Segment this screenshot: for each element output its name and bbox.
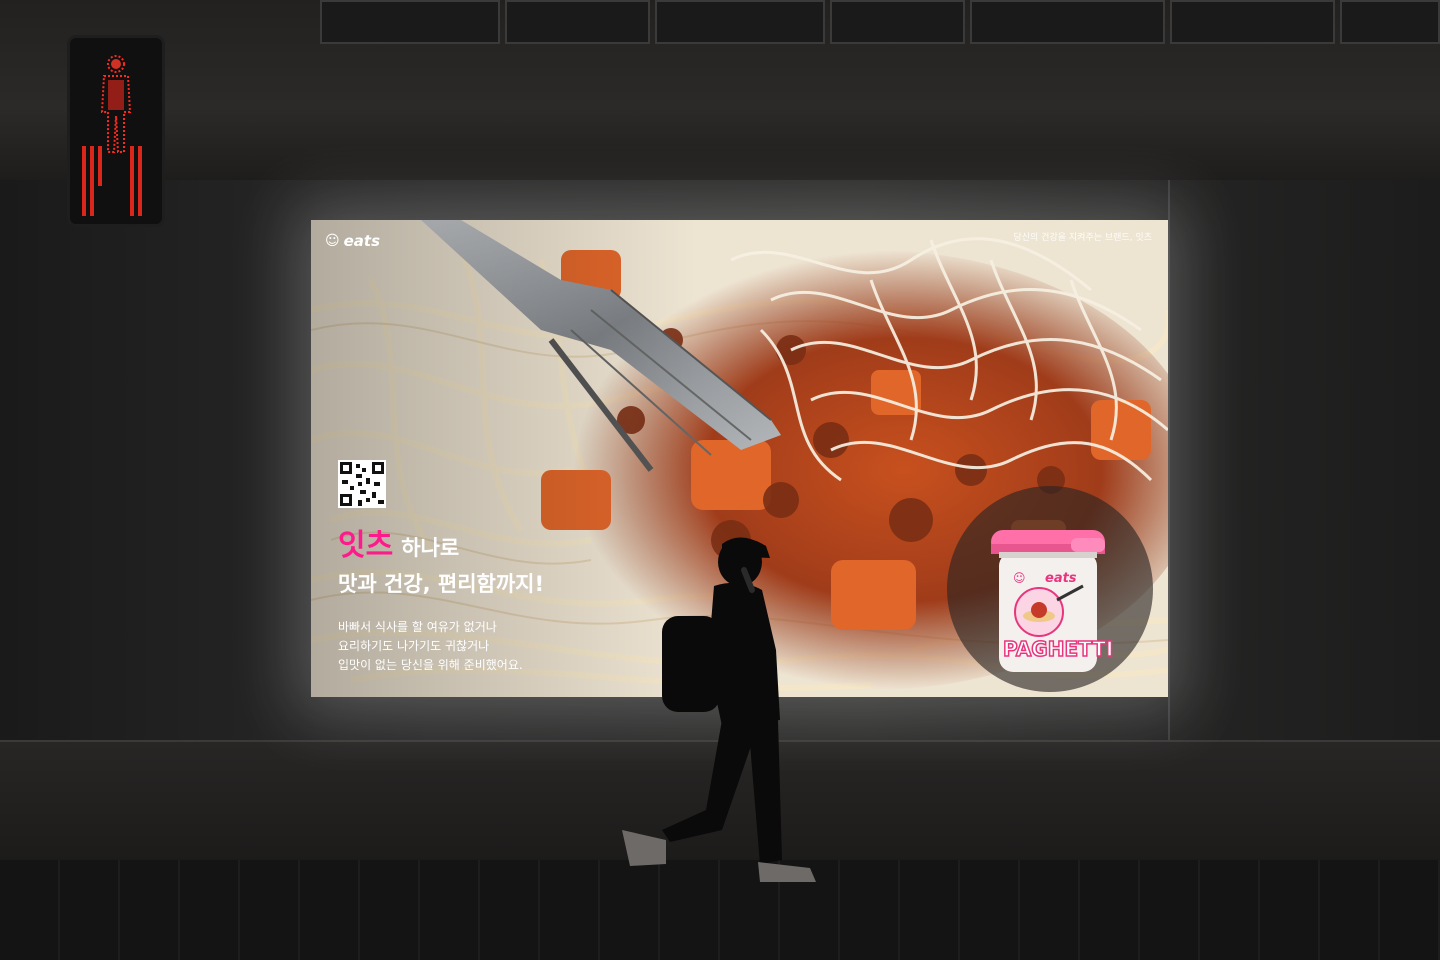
spaghetti-jar-product: eats ☺ PAGHETTI (991, 530, 1113, 672)
qr-code-icon (338, 460, 386, 508)
body-line: 바빠서 식사를 할 여유가 없거나 (338, 620, 497, 634)
upper-window (505, 0, 650, 44)
walking-person (622, 537, 816, 882)
upper-window (320, 0, 500, 44)
jar-label-text: PAGHETTI (1003, 637, 1113, 661)
body-copy: 바빠서 식사를 할 여유가 없거나 요리하기도 나가기도 귀찮거나 입맛이 없는… (338, 618, 523, 675)
headline-rest: 하나로 (401, 536, 460, 560)
upper-window (1340, 0, 1440, 44)
facade-seam (1168, 180, 1170, 740)
upper-window (830, 0, 965, 44)
headline-line2: 맛과 건강, 편리함까지! (338, 572, 545, 596)
smile-icon: ☺ (325, 233, 340, 249)
tagline: 당신의 건강을 지켜주는 브랜드, 잇츠 (1013, 233, 1152, 243)
pedestrian-traffic-light (70, 38, 162, 224)
countdown-bars-icon (82, 146, 142, 216)
upper-window (1170, 0, 1335, 44)
body-line: 요리하기도 나가기도 귀찮거나 (338, 639, 490, 653)
headline: 잇츠 하나로 맛과 건강, 편리함까지! (338, 520, 544, 598)
logo-text: eats (343, 232, 381, 250)
headline-brand: 잇츠 (338, 528, 394, 563)
eats-logo: ☺ eats (325, 232, 380, 250)
street-scene: ☺ eats 당신의 건강을 지켜주는 브랜드, 잇츠 잇츠 하나로 맛과 건강… (0, 0, 1440, 960)
upper-window (655, 0, 825, 44)
jar-logo-text: eats (1045, 571, 1077, 586)
body-line: 입맛이 없는 당신을 위해 준비했어요. (338, 658, 523, 672)
svg-text:☺: ☺ (1013, 571, 1026, 585)
upper-window (970, 0, 1165, 44)
